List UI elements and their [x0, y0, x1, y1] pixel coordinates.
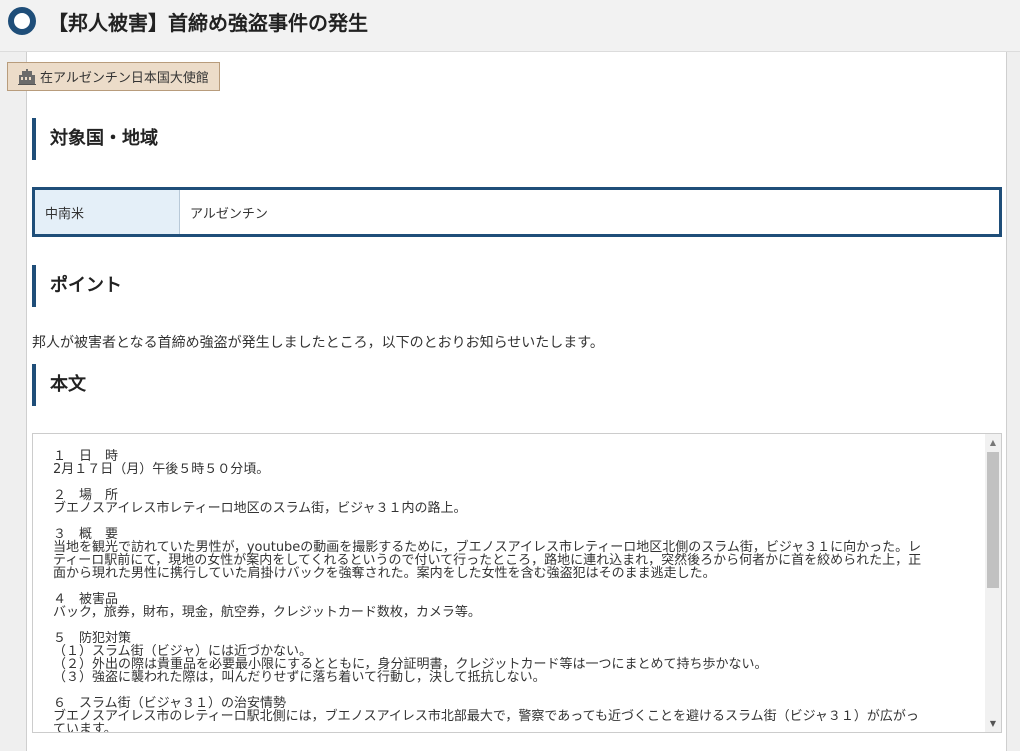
point-text: 邦人が被害者となる首締め強盗が発生しましたところ，以下のとおりお知らせいたします… [32, 335, 604, 351]
body-heading: 本文 [32, 364, 982, 406]
body-line: 面から現れた男性に携行していた肩掛けバックを強奪された。案内をした女性を含む強盗… [53, 566, 716, 581]
body-line: （３）強盗に襲われた際は，叫んだりせずに落ち着いて行動し，決して抵抗しない。 [53, 670, 546, 685]
right-margin [1006, 52, 1020, 751]
body-text-area[interactable]: １ 日 時 2月１７日（月）午後５時５０分頃。 ２ 場 所ブエノスアイレス市レティー… [32, 433, 1002, 733]
body-content: １ 日 時 2月１７日（月）午後５時５０分頃。 ２ 場 所ブエノスアイレス市レティー… [53, 450, 968, 733]
scrollbar-thumb[interactable] [987, 452, 999, 588]
body-line: ブエノスアイレス市のレティーロ駅北側には，ブエノスアイレス市北部最大で，警察であ… [53, 709, 919, 724]
embassy-tag-label: 在アルゼンチン日本国大使館 [40, 71, 209, 86]
circle-icon [8, 7, 36, 35]
body-line: 2月１７日（月）午後５時５０分頃。 [53, 462, 270, 477]
embassy-tag[interactable]: 在アルゼンチン日本国大使館 [7, 62, 220, 91]
building-icon [18, 68, 36, 85]
point-heading: ポイント [32, 265, 982, 307]
left-margin [0, 52, 26, 751]
body-block: ６ スラム街（ビジャ３１）の治安情勢 ブエノスアイレス市のレティーロ駅北側には，ブ… [53, 697, 968, 733]
scrollbar[interactable]: ▲ ▼ [985, 434, 1001, 732]
page-title: 【邦人被害】首締め強盗事件の発生 [48, 11, 368, 35]
scroll-down-icon[interactable]: ▼ [985, 715, 1001, 732]
body-block: １ 日 時 2月１７日（月）午後５時５０分頃。 [53, 450, 968, 476]
body-block: ３ 概 要当地を観光で訪れていた男性が，youtubeの動画を撮影するために，ブ… [53, 528, 968, 580]
body-line: バック，旅券，財布，現金，航空券，クレジットカード数枚，カメラ等。 [53, 605, 481, 620]
body-block: ４ 被害品 バック，旅券，財布，現金，航空券，クレジットカード数枚，カメラ等。 [53, 593, 968, 619]
body-line: ています。 [53, 722, 117, 733]
region-area: 中南米 [35, 190, 180, 234]
region-table: 中南米 アルゼンチン [32, 187, 1002, 237]
body-block: ２ 場 所ブエノスアイレス市レティーロ地区のスラム街，ビジャ３１内の路上。 [53, 489, 968, 515]
region-heading: 対象国・地域 [32, 118, 982, 160]
scroll-up-icon[interactable]: ▲ [985, 434, 1001, 451]
region-country: アルゼンチン [190, 206, 268, 222]
body-block: ５ 防犯対策 （１）スラム街（ビジャ）には近づかない。 （２）外出の際は貴重品を必要… [53, 632, 968, 684]
body-line: ブエノスアイレス市レティーロ地区のスラム街，ビジャ３１内の路上。 [53, 501, 467, 516]
title-bar: 【邦人被害】首締め強盗事件の発生 [0, 0, 1020, 52]
